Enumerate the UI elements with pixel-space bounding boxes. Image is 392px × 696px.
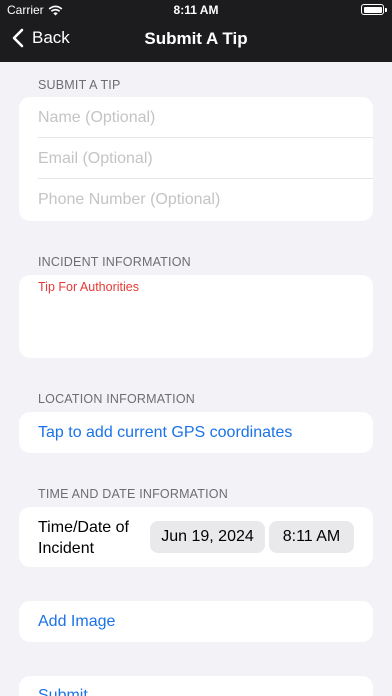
status-bar: Carrier 8:11 AM	[0, 0, 392, 20]
name-field[interactable]	[38, 97, 358, 138]
contact-card	[19, 97, 373, 221]
back-button[interactable]: Back	[12, 28, 70, 48]
add-gps-coordinates-button[interactable]: Tap to add current GPS coordinates	[38, 424, 292, 442]
add-image-button[interactable]: Add Image	[38, 613, 115, 631]
time-picker[interactable]: 8:11 AM	[269, 521, 354, 553]
add-image-card: Add Image	[19, 601, 373, 642]
submit-card: Submit	[19, 676, 373, 696]
submit-tip-header: SUBMIT A TIP	[38, 78, 121, 92]
phone-field[interactable]	[38, 179, 358, 220]
submit-button[interactable]: Submit	[38, 687, 88, 696]
top-bar: Carrier 8:11 AM Back Submit A Tip	[0, 0, 392, 62]
time-date-header: TIME AND DATE INFORMATION	[38, 487, 228, 501]
chevron-left-icon	[12, 28, 24, 48]
incident-time-label: Time/Date of Incident	[38, 519, 129, 557]
location-card: Tap to add current GPS coordinates	[19, 412, 373, 453]
navigation-bar: Back Submit A Tip	[0, 20, 392, 62]
phone-row	[19, 179, 373, 220]
location-header: LOCATION INFORMATION	[38, 392, 196, 406]
screen: Carrier 8:11 AM Back Submit A Tip SUBMIT…	[0, 0, 392, 696]
status-time: 8:11 AM	[173, 3, 219, 17]
email-row	[19, 138, 373, 179]
back-label: Back	[32, 28, 70, 47]
date-picker[interactable]: Jun 19, 2024	[150, 521, 265, 553]
battery-icon	[361, 4, 387, 15]
email-field[interactable]	[38, 138, 358, 179]
time-date-card: Time/Date of Incident Jun 19, 2024 8:11 …	[19, 507, 373, 567]
incident-header: INCIDENT INFORMATION	[38, 255, 191, 269]
name-row	[19, 97, 373, 138]
incident-card	[19, 275, 373, 358]
tip-textarea[interactable]	[19, 275, 373, 358]
